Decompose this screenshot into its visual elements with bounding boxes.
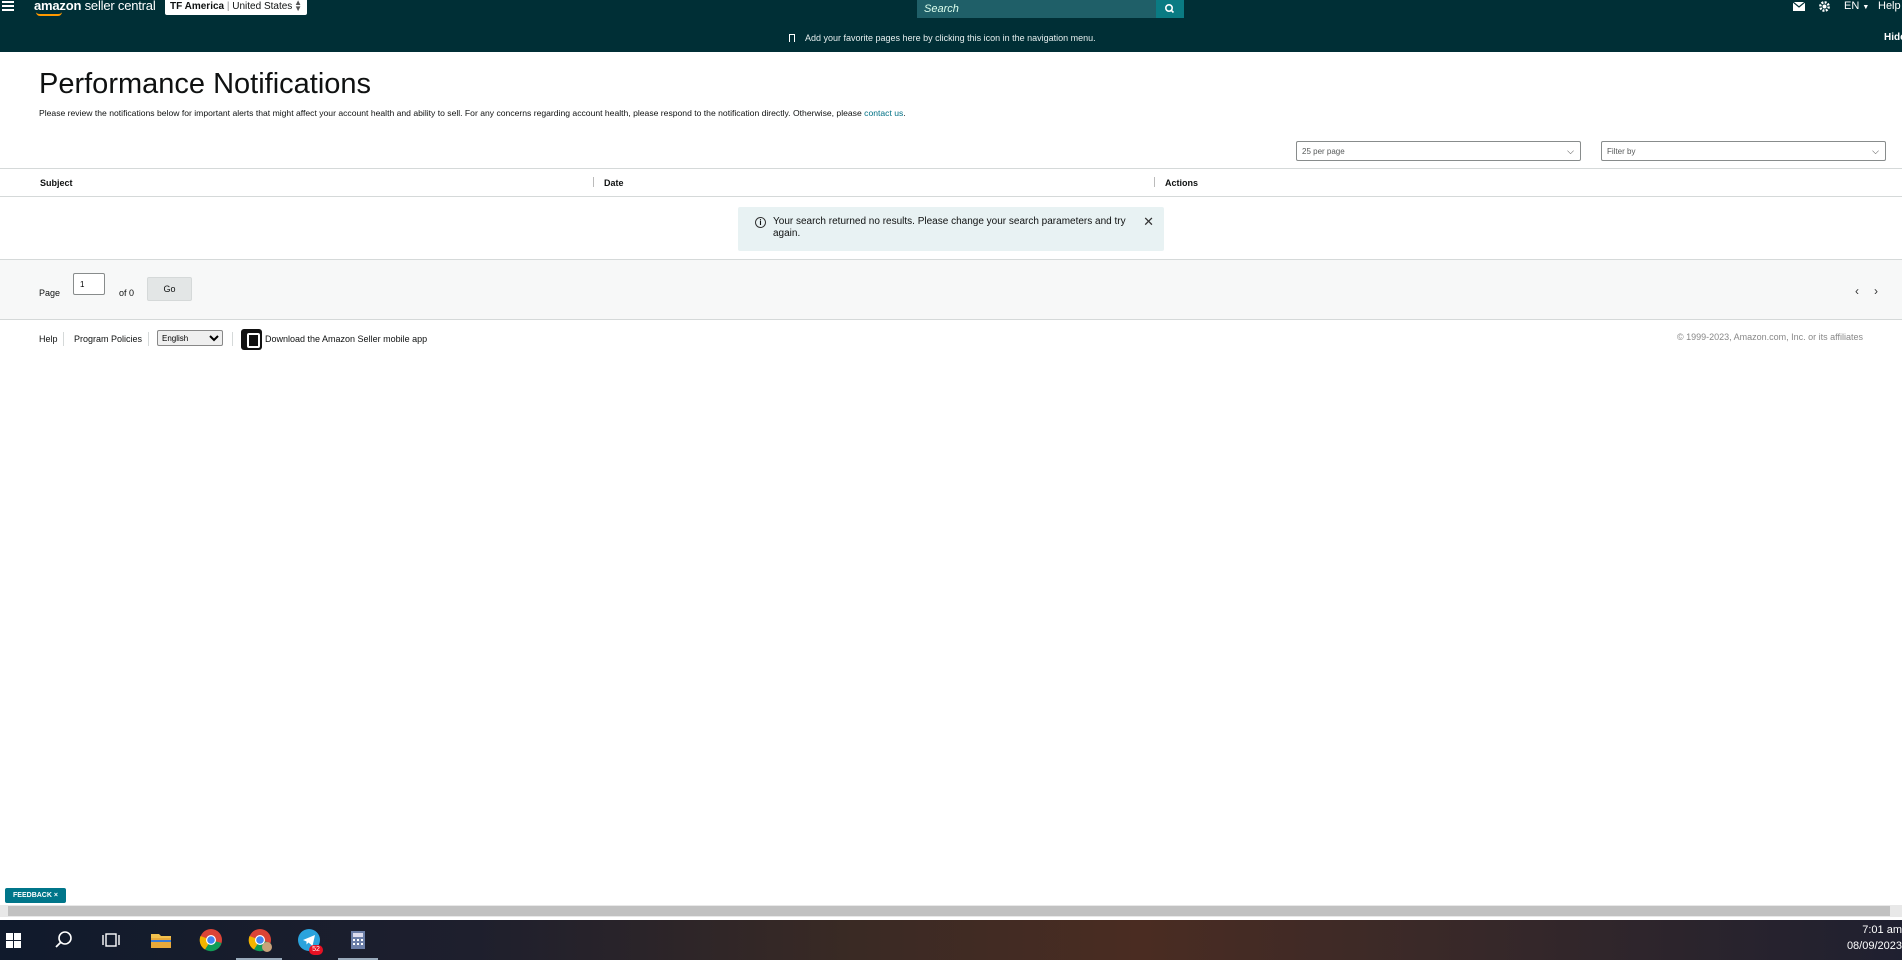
footer-divider	[232, 332, 233, 346]
search-icon	[1165, 4, 1175, 14]
account-name: TF America	[170, 1, 225, 12]
hide-button[interactable]: Hide	[1884, 32, 1902, 43]
per-page-value: 25 per page	[1302, 147, 1345, 156]
close-icon[interactable]: ✕	[1143, 214, 1154, 230]
language-selector[interactable]: EN ▼	[1844, 0, 1869, 14]
mobile-app-icon[interactable]	[241, 329, 262, 350]
windows-start-icon[interactable]	[6, 933, 21, 948]
bookmark-icon	[789, 33, 795, 42]
column-subject[interactable]: Subject	[40, 178, 73, 188]
page-count: of 0	[119, 288, 135, 298]
description-end: .	[903, 108, 906, 118]
column-actions[interactable]: Actions	[1165, 178, 1198, 188]
footer: Help Program Policies English Download t…	[0, 328, 1902, 352]
telegram-unread-badge: 52	[309, 945, 323, 955]
windows-taskbar	[0, 920, 1902, 960]
account-switcher[interactable]: TF America | United States ▲ ▼	[165, 0, 307, 15]
footer-language-select[interactable]: English	[157, 330, 223, 346]
chevron-right-icon[interactable]: ›	[1874, 284, 1878, 298]
filter-placeholder: Filter by	[1607, 147, 1636, 156]
favorites-text: Add your favorite pages here by clicking…	[805, 33, 1096, 43]
scrollbar-thumb[interactable]	[8, 906, 1890, 916]
clock-date: 08/09/2023	[1846, 940, 1902, 952]
chrome-icon[interactable]	[197, 926, 225, 954]
account-separator: |	[226, 1, 230, 12]
column-resize-handle[interactable]	[1154, 177, 1155, 187]
info-icon: i	[755, 217, 766, 228]
no-results-alert: i Your search returned no results. Pleas…	[738, 207, 1164, 251]
pagination: Page of 0 Go ‹ ›	[0, 259, 1902, 320]
alert-message: Your search returned no results. Please …	[773, 216, 1126, 239]
footer-help-link[interactable]: Help	[39, 334, 58, 344]
page-number-input[interactable]	[73, 273, 105, 295]
go-button[interactable]: Go	[147, 277, 192, 301]
help-link[interactable]: Help	[1878, 0, 1901, 14]
marketplace-name: United States	[232, 1, 293, 12]
mobile-app-link[interactable]: Download the Amazon Seller mobile app	[265, 334, 427, 344]
task-view-icon[interactable]	[97, 926, 125, 954]
logo-rest: seller central	[81, 0, 156, 13]
footer-divider	[63, 332, 64, 346]
chevron-down-icon: ⌵	[1567, 146, 1574, 156]
file-explorer-icon[interactable]	[147, 926, 175, 954]
search-input[interactable]	[917, 0, 1156, 18]
page-label: Page	[39, 288, 61, 298]
top-nav: amazon seller central TF America | Unite…	[0, 0, 1902, 21]
calculator-icon[interactable]	[344, 926, 372, 954]
gear-icon[interactable]	[1818, 0, 1831, 14]
column-date[interactable]: Date	[604, 178, 624, 188]
favorites-bar: Add your favorite pages here by clicking…	[0, 21, 1902, 52]
filter-dropdown[interactable]: Filter by ⌵	[1601, 141, 1886, 161]
description-text: Please review the notifications below fo…	[39, 108, 865, 118]
horizontal-scrollbar[interactable]	[0, 905, 1902, 917]
clock-time: 7:01 am	[1862, 924, 1902, 936]
chevron-down-icon: ⌵	[1872, 146, 1879, 156]
system-clock[interactable]: 7:01 am 08/09/2023	[1847, 922, 1902, 954]
table-header: Subject Date Actions	[0, 168, 1902, 197]
page-title: Performance Notifications	[39, 68, 372, 100]
page-description: Please review the notifications below fo…	[39, 108, 906, 118]
search-bar	[917, 0, 1184, 18]
search-button[interactable]	[1156, 0, 1184, 18]
program-policies-link[interactable]: Program Policies	[74, 334, 142, 344]
search-icon[interactable]	[50, 926, 78, 954]
per-page-dropdown[interactable]: 25 per page ⌵	[1296, 141, 1581, 161]
language-code: EN	[1844, 0, 1860, 12]
chevron-left-icon[interactable]: ‹	[1855, 284, 1859, 298]
chrome-profile-icon[interactable]	[246, 926, 274, 954]
mail-icon[interactable]	[1792, 1, 1806, 16]
feedback-button[interactable]: FEEDBACK ×	[5, 888, 66, 903]
copyright-text: © 1999-2023, Amazon.com, Inc. or its aff…	[1676, 332, 1863, 342]
contact-us-link[interactable]: contact us	[864, 108, 903, 118]
up-down-arrows-icon: ▲ ▼	[294, 0, 302, 13]
seller-central-logo[interactable]: amazon seller central	[34, 0, 156, 16]
caret-down-icon: ▼	[1862, 4, 1870, 11]
favorites-message: Add your favorite pages here by clicking…	[789, 33, 1096, 43]
column-resize-handle[interactable]	[593, 177, 594, 187]
footer-divider	[148, 332, 149, 346]
menu-icon[interactable]	[2, 1, 14, 11]
amazon-smile-icon	[36, 12, 62, 16]
